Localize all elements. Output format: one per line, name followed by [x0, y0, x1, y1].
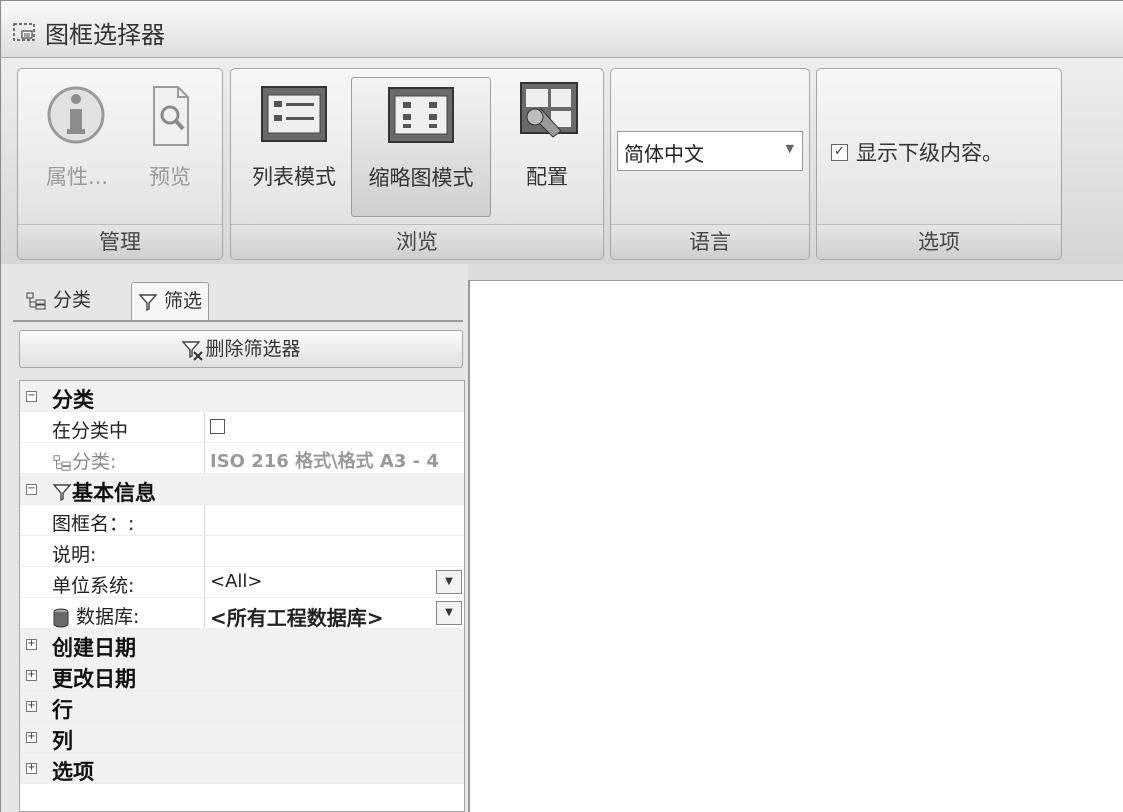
show-subcontent-checkbox[interactable]: ✓ — [831, 143, 848, 161]
category-value: ISO 216 格式\格式 A3 - 4 — [210, 451, 439, 472]
section-label: 行 — [52, 698, 73, 722]
show-subcontent-option[interactable]: ✓ 显示下级内容。 — [831, 137, 1003, 167]
ribbon-group-label: 语言 — [611, 224, 809, 259]
column-divider — [204, 505, 205, 535]
thumbnail-mode-button[interactable]: 缩略图模式 — [351, 77, 491, 217]
tab-divider — [13, 320, 463, 322]
database-label: 数据库: — [76, 606, 140, 628]
collapse-icon[interactable]: − — [26, 391, 37, 402]
section-label: 分类 — [52, 388, 94, 412]
collapse-icon[interactable]: − — [26, 484, 37, 495]
tab-category[interactable]: 分类 — [19, 282, 97, 320]
language-select-value: 简体中文 — [624, 142, 704, 166]
database-icon — [53, 608, 69, 627]
window-title: 图框选择器 — [45, 21, 165, 49]
list-mode-icon — [261, 86, 327, 142]
section-label: 列 — [52, 729, 73, 753]
property-row[interactable]: 说明: — [20, 536, 464, 567]
property-row: 在分类中 — [20, 412, 464, 443]
expand-icon[interactable]: + — [26, 732, 37, 743]
column-divider — [204, 567, 205, 597]
section-created-date[interactable]: + 创建日期 — [20, 629, 464, 660]
thumbnail-view-area[interactable] — [468, 280, 1123, 812]
config-icon — [520, 82, 578, 138]
list-mode-label: 列表模式 — [252, 165, 336, 189]
section-label: 选项 — [52, 760, 94, 784]
column-divider — [204, 412, 205, 442]
unit-system-select[interactable]: <All> — [210, 571, 262, 592]
list-mode-button[interactable]: 列表模式 — [237, 77, 351, 217]
property-row[interactable]: 数据库: <所有工程数据库> ▼ — [20, 598, 464, 631]
column-divider — [204, 598, 205, 628]
section-label: 基本信息 — [52, 477, 156, 507]
expand-icon[interactable]: + — [26, 639, 37, 650]
column-divider — [204, 536, 205, 566]
chevron-down-icon[interactable]: ▼ — [436, 601, 462, 625]
property-name: 说明: — [52, 544, 97, 566]
expand-icon[interactable]: + — [26, 763, 37, 774]
section-columns[interactable]: + 列 — [20, 722, 464, 753]
database-select[interactable]: <所有工程数据库> — [210, 602, 384, 631]
preview-label: 预览 — [149, 165, 191, 189]
tree-icon — [26, 292, 46, 309]
column-divider — [204, 443, 205, 473]
property-name: 数据库: — [52, 602, 139, 629]
tree-icon — [53, 454, 71, 471]
delete-filter-button[interactable]: 删除筛选器 — [19, 330, 463, 368]
property-row: 分类: ISO 216 格式\格式 A3 - 4 — [20, 443, 464, 474]
section-options[interactable]: + 选项 — [20, 753, 464, 784]
config-button[interactable]: 配置 — [499, 77, 595, 217]
filter-icon — [52, 484, 72, 502]
basic-section-label: 基本信息 — [72, 481, 156, 505]
tab-filter[interactable]: 筛选 — [131, 282, 210, 321]
title-bar: 图框选择器 — [0, 0, 1123, 58]
section-rows[interactable]: + 行 — [20, 691, 464, 722]
show-subcontent-label: 显示下级内容。 — [856, 141, 1003, 165]
chevron-down-icon: ▼ — [785, 142, 794, 155]
property-name: 图框名：: — [52, 513, 135, 535]
ribbon-group-language: 简体中文 ▼ 语言 — [610, 68, 810, 260]
properties-label: 属性... — [45, 165, 109, 189]
section-modified-date[interactable]: + 更改日期 — [20, 660, 464, 691]
thumbnail-mode-icon — [388, 87, 454, 143]
category-label: 分类: — [72, 451, 117, 473]
tab-category-label: 分类 — [53, 289, 92, 311]
config-label: 配置 — [526, 165, 568, 189]
in-category-checkbox[interactable] — [210, 419, 225, 434]
ribbon: 属性... 预览 管理 列表模式 缩略图模式 配置 浏览 简体中文 ▼ 语言 ✓… — [0, 58, 1123, 264]
section-basic-info[interactable]: − 基本信息 — [20, 474, 464, 507]
property-name: 在分类中 — [52, 420, 129, 442]
filter-property-grid: − 分类 在分类中 分类: ISO 216 格式\格式 A3 - 4 − 基本信… — [19, 380, 465, 812]
section-label: 更改日期 — [52, 667, 136, 691]
delete-filter-icon — [181, 340, 204, 361]
ribbon-group-label: 选项 — [817, 224, 1061, 259]
language-select[interactable]: 简体中文 ▼ — [617, 131, 803, 171]
section-label: 创建日期 — [52, 636, 136, 660]
frame-selector-icon — [13, 23, 35, 41]
info-icon — [47, 86, 105, 144]
property-name: 单位系统: — [52, 575, 135, 597]
property-row[interactable]: 图框名：: — [20, 505, 464, 536]
delete-filter-label: 删除筛选器 — [205, 338, 301, 360]
ribbon-group-label: 浏览 — [231, 224, 603, 259]
preview-icon — [153, 86, 189, 146]
filter-panel: 分类 筛选 删除筛选器 − 分类 在分类中 分类: ISO 216 格式\格式 … — [0, 264, 468, 812]
properties-button[interactable]: 属性... — [30, 77, 124, 217]
section-category[interactable]: − 分类 — [20, 381, 464, 412]
ribbon-group-label: 管理 — [18, 224, 222, 259]
property-row[interactable]: 单位系统: <All> ▼ — [20, 567, 464, 598]
ribbon-group-browse: 列表模式 缩略图模式 配置 浏览 — [230, 68, 604, 260]
filter-icon — [138, 293, 158, 311]
ribbon-group-manage: 属性... 预览 管理 — [17, 68, 223, 260]
tab-filter-label: 筛选 — [164, 290, 203, 312]
chevron-down-icon[interactable]: ▼ — [436, 570, 462, 594]
thumbnail-mode-label: 缩略图模式 — [368, 166, 474, 190]
expand-icon[interactable]: + — [26, 701, 37, 712]
preview-button[interactable]: 预览 — [132, 77, 208, 217]
ribbon-group-options: ✓ 显示下级内容。 选项 — [816, 68, 1062, 260]
expand-icon[interactable]: + — [26, 670, 37, 681]
property-name: 分类: — [52, 447, 116, 474]
